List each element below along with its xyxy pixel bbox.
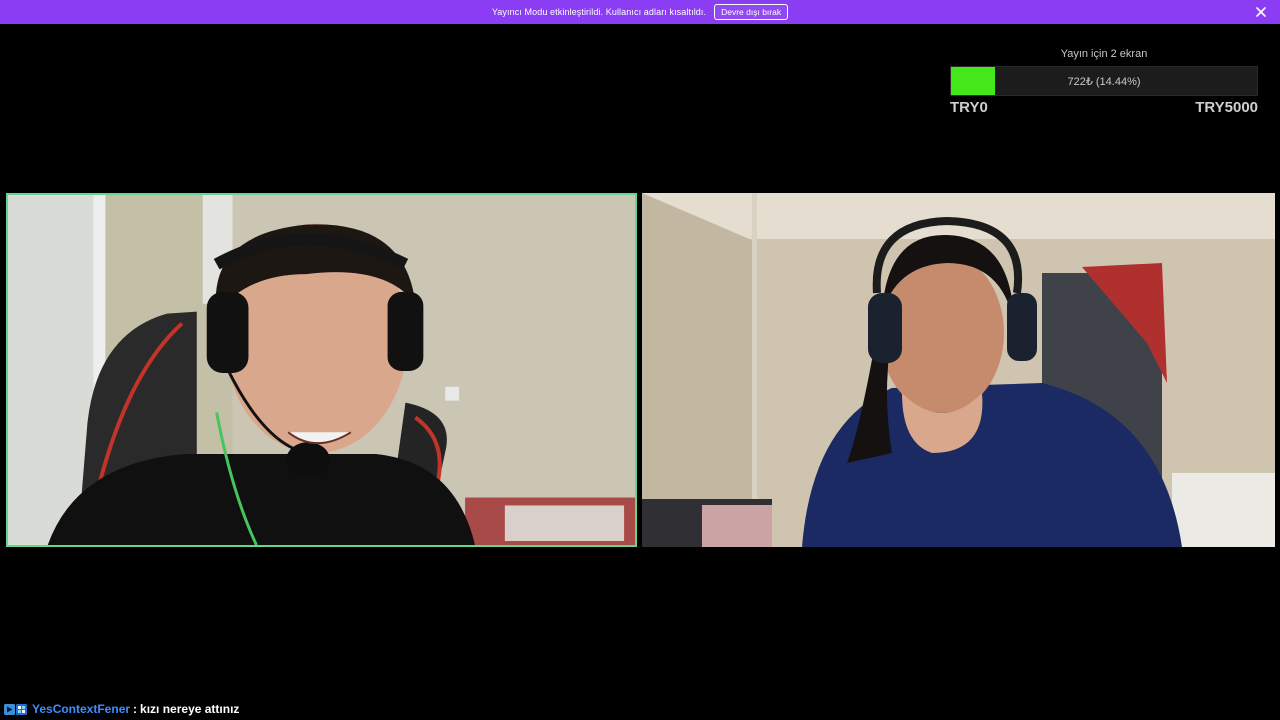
streamer-mode-banner: Yayıncı Modu etkinleştirildi. Kullanıcı … [0,0,1280,24]
chat-separator: : [133,702,138,716]
webcam-left-image [8,195,635,545]
sub-badge-icon [16,703,27,715]
banner-message: Yayıncı Modu etkinleştirildi. Kullanıcı … [491,7,707,17]
webcam-right-image [642,193,1275,547]
goal-amount: 722₺ (14.44%) [1067,76,1141,88]
close-icon[interactable] [1254,5,1268,19]
goal-min-label: TRY0 [950,99,988,116]
goal-title: Yayın için 2 ekran [1060,48,1148,60]
webcam-right [642,193,1275,547]
goal-progress-bar: 722₺ (14.44%) [950,66,1258,96]
webcam-left [6,193,637,547]
chat-username[interactable]: YesContextFener [32,702,130,716]
donation-goal-widget: Yayın için 2 ekran 722₺ (14.44%) TRY0 TR… [950,48,1258,116]
chat-text: kızı nereye attınız [140,702,240,716]
disable-streamer-mode-button[interactable]: Devre dışı bırak [714,4,789,20]
chat-message: YesContextFener : kızı nereye attınız [4,701,239,717]
prime-badge-icon [4,703,15,715]
goal-max-label: TRY5000 [1195,99,1258,116]
